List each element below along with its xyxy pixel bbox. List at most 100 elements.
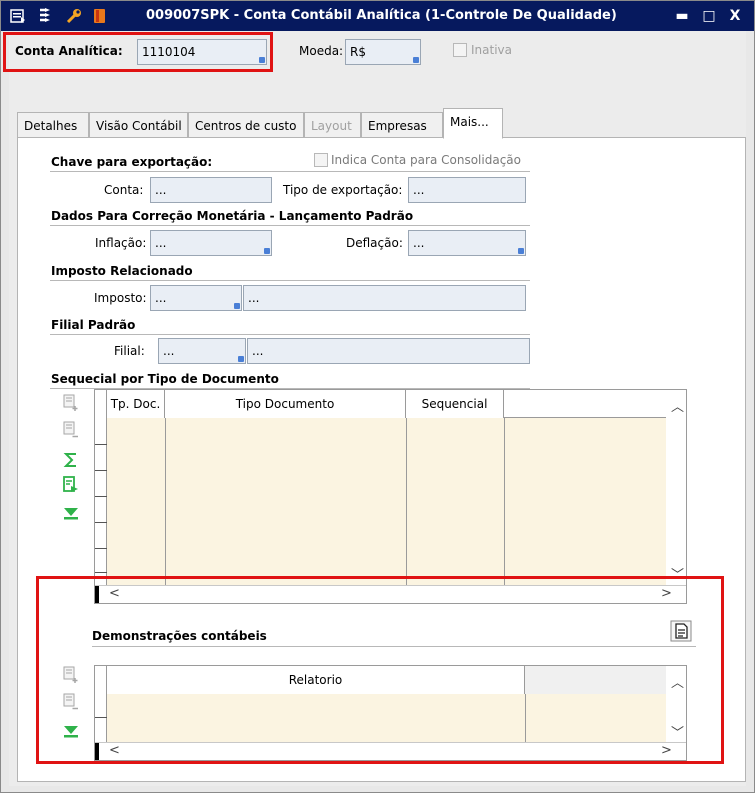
conta-analitica-label: Conta Analítica: — [15, 44, 123, 58]
column-header-relatorio[interactable]: Relatorio — [107, 666, 525, 694]
imposto-code-value: ... — [155, 291, 167, 305]
hierarchy-icon[interactable] — [36, 7, 54, 25]
form-body: Conta Analítica: 1110104 Moeda: R$ Inati… — [3, 31, 746, 786]
title-bar: 009007SPK - Conta Contábil Analítica (1-… — [1, 1, 754, 31]
sum-icon[interactable] — [62, 451, 80, 469]
separator — [50, 334, 530, 335]
row-marker — [95, 470, 107, 471]
deflacao-field[interactable]: ... — [408, 230, 526, 256]
filial-label: Filial: — [114, 344, 145, 358]
column-header-tipo-documento[interactable]: Tipo Documento — [165, 390, 406, 418]
conta-analitica-value: 1110104 — [142, 45, 196, 59]
row-indicator-column — [95, 666, 107, 743]
inflacao-field[interactable]: ... — [150, 230, 272, 256]
tab-centros-de-custo[interactable]: Centros de custo — [188, 112, 304, 138]
row-marker — [95, 548, 107, 549]
row-marker — [95, 572, 107, 573]
consolidacao-checkbox[interactable] — [314, 153, 328, 167]
conta-value: ... — [155, 183, 167, 197]
window-title: 009007SPK - Conta Contábil Analítica (1-… — [146, 8, 617, 23]
remove-row-icon[interactable] — [62, 421, 80, 439]
scroll-right-icon[interactable]: > — [661, 743, 672, 758]
row-indicator-column — [95, 390, 107, 586]
column-divider — [504, 418, 505, 586]
tab-mais[interactable]: Mais... — [443, 108, 503, 139]
scroll-down-icon[interactable]: ﹀ — [671, 722, 684, 741]
remove-row-icon[interactable] — [62, 693, 80, 711]
scroll-up-icon[interactable]: ︿ — [671, 672, 684, 691]
add-row-icon[interactable] — [62, 394, 80, 412]
row-marker — [95, 717, 107, 718]
inativa-checkbox[interactable] — [453, 43, 467, 57]
demonstracoes-grid[interactable]: Relatorio ︿ ﹀ < > — [94, 665, 687, 761]
imposto-desc-value: ... — [248, 291, 260, 305]
imposto-desc-field[interactable]: ... — [243, 285, 526, 311]
row-marker — [95, 522, 107, 523]
book-icon[interactable] — [91, 7, 109, 25]
move-last-icon[interactable] — [62, 504, 80, 522]
tab-layout[interactable]: Layout — [304, 112, 361, 138]
filial-code-value: ... — [163, 344, 175, 358]
maximize-button[interactable]: □ — [698, 5, 720, 27]
row-marker — [95, 496, 107, 497]
row-marker — [95, 444, 107, 445]
inflacao-value: ... — [155, 236, 167, 250]
correcao-monetaria-title: Dados Para Correção Monetária - Lançamen… — [51, 209, 414, 223]
moeda-value: R$ — [350, 45, 366, 59]
scroll-left-icon[interactable]: < — [109, 743, 120, 758]
vertical-scrollbar[interactable]: ︿ ﹀ — [666, 390, 686, 586]
chave-exportacao-title: Chave para exportação: — [51, 155, 213, 169]
consolidacao-label: Indica Conta para Consolidação — [331, 153, 521, 167]
conta-label: Conta: — [104, 183, 144, 197]
lookup-corner-icon — [259, 57, 265, 63]
tab-detalhes[interactable]: Detalhes — [17, 112, 89, 138]
deflacao-label: Deflação: — [346, 236, 403, 250]
lookup-corner-icon — [413, 57, 419, 63]
add-row-icon[interactable] — [62, 666, 80, 684]
close-button[interactable]: X — [724, 5, 746, 27]
tipo-exportacao-value: ... — [413, 183, 425, 197]
filial-desc-value: ... — [252, 344, 264, 358]
separator — [50, 280, 530, 281]
menu-icon[interactable] — [9, 7, 27, 25]
lookup-corner-icon — [264, 248, 270, 254]
deflacao-value: ... — [413, 236, 425, 250]
scroll-marker — [95, 743, 99, 760]
demonstracoes-title: Demonstrações contábeis — [92, 629, 267, 643]
imposto-relacionado-title: Imposto Relacionado — [51, 264, 193, 278]
moeda-field[interactable]: R$ — [345, 39, 421, 65]
wrench-icon[interactable] — [65, 7, 83, 25]
window: 009007SPK - Conta Contábil Analítica (1-… — [0, 0, 755, 793]
column-divider — [525, 694, 526, 743]
lookup-corner-icon — [234, 303, 240, 309]
lookup-corner-icon — [238, 356, 244, 362]
sequencial-title: Sequecial por Tipo de Documento — [51, 372, 279, 386]
column-header-sequencial[interactable]: Sequencial — [406, 390, 504, 418]
report-document-icon[interactable] — [670, 620, 692, 642]
scroll-up-icon[interactable]: ︿ — [671, 396, 684, 415]
filial-code-field[interactable]: ... — [158, 338, 246, 364]
sequencial-grid[interactable]: Tp. Doc. Tipo Documento Sequencial ︿ ﹀ <… — [94, 389, 687, 604]
tab-visao-contabil[interactable]: Visão Contábil — [89, 112, 188, 138]
conta-field[interactable]: ... — [150, 177, 272, 203]
export-rows-icon[interactable] — [62, 476, 80, 494]
column-header-blank — [525, 666, 668, 694]
filial-padrao-title: Filial Padrão — [51, 318, 136, 332]
minimize-button[interactable]: ▬ — [671, 5, 693, 27]
imposto-label: Imposto: — [94, 291, 147, 305]
lookup-corner-icon — [518, 248, 524, 254]
horizontal-scrollbar[interactable]: < > — [95, 742, 686, 760]
separator — [50, 225, 530, 226]
imposto-code-field[interactable]: ... — [150, 285, 242, 311]
filial-desc-field[interactable]: ... — [247, 338, 530, 364]
vertical-scrollbar[interactable]: ︿ ﹀ — [666, 666, 686, 743]
move-last-icon[interactable] — [62, 722, 80, 740]
tipo-exportacao-field[interactable]: ... — [408, 177, 526, 203]
column-header-tp-doc[interactable]: Tp. Doc. — [107, 390, 165, 418]
tab-empresas[interactable]: Empresas — [361, 112, 443, 138]
tipo-exportacao-label: Tipo de exportação: — [283, 183, 403, 197]
tab-panel-mais: Chave para exportação: Indica Conta para… — [17, 137, 746, 782]
conta-analitica-field[interactable]: 1110104 — [137, 39, 267, 65]
column-divider — [406, 418, 407, 586]
separator — [50, 171, 530, 172]
